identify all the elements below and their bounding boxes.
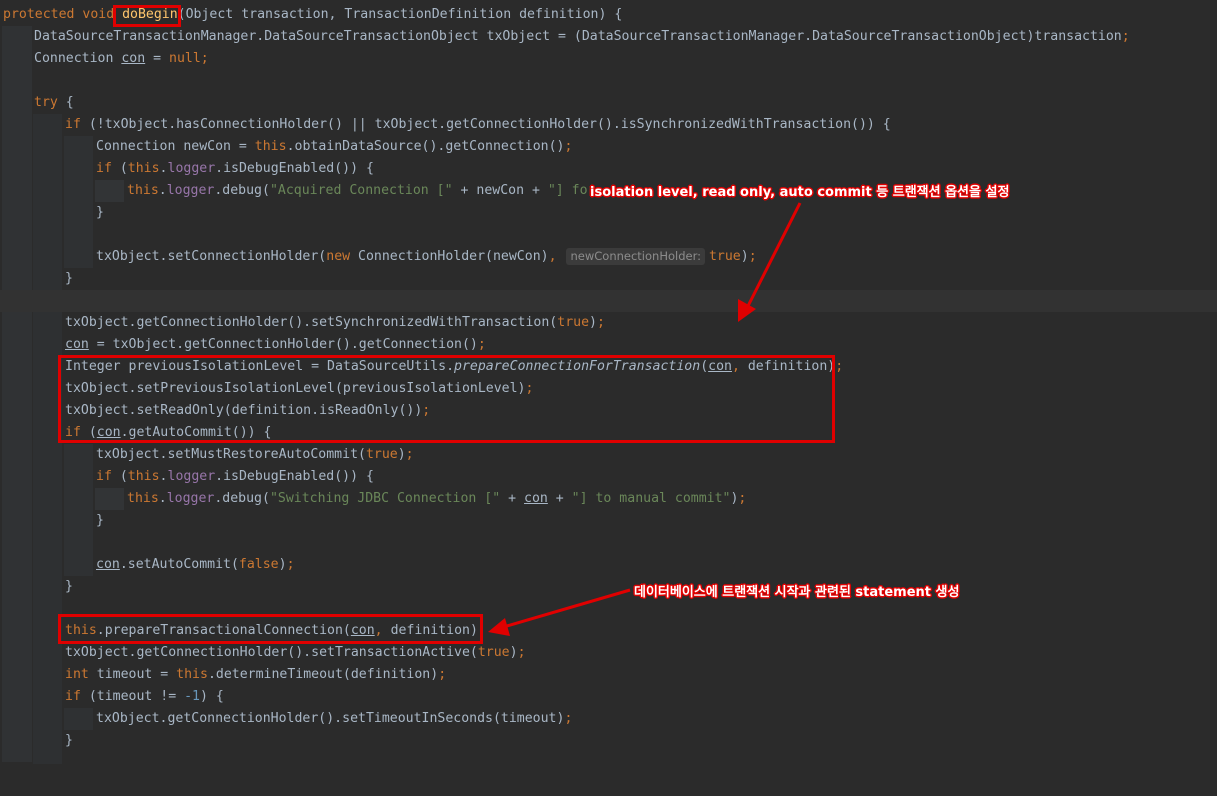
annotation-arrows: [488, 202, 802, 636]
arrow-bottom-line: [499, 588, 631, 630]
arrow-top-head: [738, 299, 756, 322]
annotation-statement: 데이터베이스에 트랜잭션 시작과 관련된 statement 생성: [634, 585, 960, 600]
arrow-top-line: [743, 202, 802, 313]
annotation-options: isolation level, read only, auto commit …: [590, 185, 1010, 200]
arrow-bottom-head: [488, 618, 510, 636]
